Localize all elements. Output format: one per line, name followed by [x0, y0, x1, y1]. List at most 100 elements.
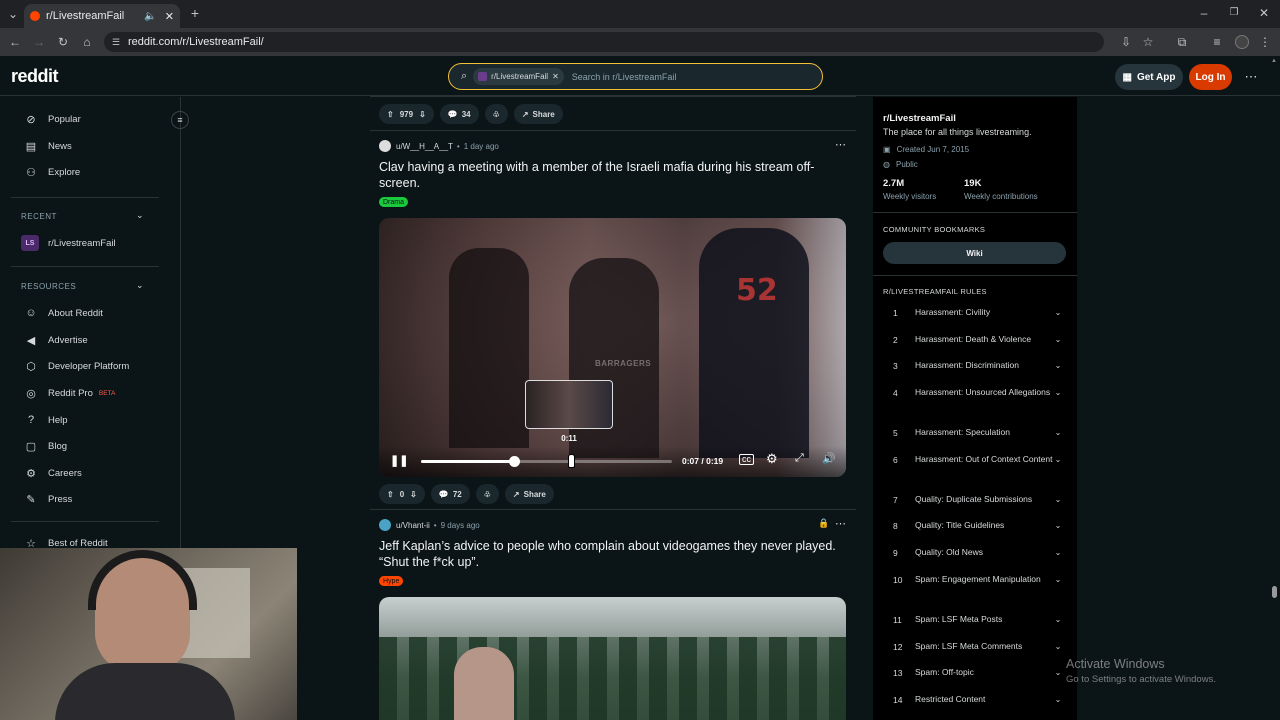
page-scrollbar[interactable]: ▲: [1271, 58, 1277, 718]
upvote-icon[interactable]: ⇧: [387, 110, 394, 119]
nav-advertise[interactable]: ◀ Advertise: [24, 333, 88, 347]
more-options-icon[interactable]: ⋯: [1243, 70, 1259, 84]
nav-popular[interactable]: ⊘ Popular: [24, 112, 80, 126]
rule-item[interactable]: 7 Quality: Duplicate Submissions ⌄: [893, 493, 1063, 506]
community-name[interactable]: r/LivestreamFail: [883, 113, 956, 124]
profile-avatar[interactable]: [1235, 35, 1249, 49]
nav-developer-platform[interactable]: ⬡ Developer Platform: [24, 359, 129, 373]
reload-icon[interactable]: ↻: [55, 35, 71, 49]
chevron-down-icon[interactable]: ⌄: [1053, 335, 1063, 344]
nav-reddit-pro[interactable]: ◎ Reddit Pro BETA: [24, 386, 115, 400]
install-app-icon[interactable]: ⇩: [1118, 35, 1134, 49]
award-button[interactable]: ♧: [484, 104, 508, 124]
address-bar[interactable]: ☰ reddit.com/r/LivestreamFail/: [104, 32, 1104, 52]
nav-blog[interactable]: ▢ Blog: [24, 439, 67, 453]
rule-item[interactable]: 10 Spam: Engagement Manipulation ⌄: [893, 573, 1063, 586]
post-options-icon[interactable]: ⋯: [835, 517, 846, 530]
browser-tab[interactable]: r/LivestreamFail 🔈 ✕: [24, 4, 180, 28]
chevron-down-icon[interactable]: ⌄: [1053, 668, 1063, 677]
home-icon[interactable]: ⌂: [79, 35, 95, 49]
rule-item[interactable]: 14 Restricted Content ⌄: [893, 693, 1063, 706]
chevron-down-icon[interactable]: ⌄: [1053, 388, 1063, 397]
scrollbar-thumb[interactable]: [1272, 586, 1277, 598]
browser-menu-icon[interactable]: ⋮: [1257, 35, 1273, 49]
search-bar[interactable]: ⌕ r/LivestreamFail ✕ Search in r/Livestr…: [448, 63, 823, 90]
wiki-button[interactable]: Wiki: [883, 242, 1066, 264]
chevron-down-icon[interactable]: ⌄: [1053, 642, 1063, 651]
post-author[interactable]: u/Vhant-ii: [396, 521, 430, 530]
back-icon[interactable]: ←: [7, 35, 23, 49]
media-controls-icon[interactable]: ≡: [1209, 35, 1225, 49]
user-avatar[interactable]: [379, 519, 391, 531]
settings-gear-icon[interactable]: ⚙: [766, 451, 778, 467]
upvote-icon[interactable]: ⇧: [387, 490, 394, 499]
login-button[interactable]: Log In: [1189, 64, 1232, 90]
resources-chevron-icon[interactable]: ⌄: [136, 280, 144, 291]
minimize-icon[interactable]: –: [1196, 6, 1212, 20]
restore-icon[interactable]: ❐: [1226, 6, 1242, 20]
recent-chevron-icon[interactable]: ⌄: [136, 210, 144, 221]
rule-item[interactable]: 3 Harassment: Discrimination ⌄: [893, 359, 1063, 372]
chevron-down-icon[interactable]: ⌄: [1053, 428, 1063, 437]
site-info-icon[interactable]: ☰: [112, 37, 120, 48]
rule-item[interactable]: 6 Harassment: Out of Context Content ⌄: [893, 453, 1063, 466]
recent-item-livestreamfail[interactable]: LS r/LivestreamFail: [21, 235, 116, 251]
downvote-icon[interactable]: ⇩: [410, 490, 417, 499]
pause-icon[interactable]: ❚❚: [390, 454, 408, 467]
comments-button[interactable]: 💬 34: [439, 104, 479, 124]
post2-video-thumbnail[interactable]: [379, 597, 846, 720]
nav-press[interactable]: ✎ Press: [24, 492, 72, 506]
post2-title[interactable]: Jeff Kaplan’s advice to people who compl…: [379, 538, 839, 570]
rule-item[interactable]: 13 Spam: Off-topic ⌄: [893, 666, 1063, 679]
video-player[interactable]: 52 BARRAGERS 0:11 ❚❚ 0:07 / 0:19 cc ⚙ ⤢ …: [379, 218, 846, 477]
seek-bar[interactable]: [421, 456, 672, 467]
search-community-chip[interactable]: r/LivestreamFail ✕: [473, 68, 564, 85]
rule-item[interactable]: 4 Harassment: Unsourced Allegations ⌄: [893, 386, 1063, 399]
volume-icon[interactable]: 🔊: [822, 452, 836, 465]
seek-bar-thumb[interactable]: [508, 456, 520, 467]
tab-search-icon[interactable]: ⌄: [5, 7, 21, 21]
rule-item[interactable]: 2 Harassment: Death & Violence ⌄: [893, 333, 1063, 346]
post-options-icon[interactable]: ⋯: [835, 138, 846, 151]
nav-careers[interactable]: ⚙ Careers: [24, 466, 82, 480]
rule-item[interactable]: 9 Quality: Old News ⌄: [893, 546, 1063, 559]
share-button[interactable]: ↗ Share: [504, 484, 554, 504]
extensions-icon[interactable]: ⧉: [1174, 35, 1190, 49]
post1-title[interactable]: Clav having a meeting with a member of t…: [379, 159, 819, 191]
nav-explore[interactable]: ⚇ Explore: [24, 165, 80, 179]
bookmark-star-icon[interactable]: ☆: [1140, 35, 1156, 49]
rule-item[interactable]: 1 Harassment: Civility ⌄: [893, 306, 1063, 319]
chevron-down-icon[interactable]: ⌄: [1053, 521, 1063, 530]
window-close-icon[interactable]: ✕: [1256, 6, 1272, 20]
user-avatar[interactable]: [379, 140, 391, 152]
chevron-down-icon[interactable]: ⌄: [1053, 455, 1063, 464]
rule-item[interactable]: 11 Spam: LSF Meta Posts ⌄: [893, 613, 1063, 626]
tab-audio-icon[interactable]: 🔈: [144, 11, 156, 22]
chip-close-icon[interactable]: ✕: [552, 72, 559, 81]
comments-button[interactable]: 💬 72: [430, 484, 470, 504]
post2-flair[interactable]: Hype: [379, 576, 404, 586]
rule-item[interactable]: 12 Spam: LSF Meta Comments ⌄: [893, 640, 1063, 653]
collapse-nav-icon[interactable]: ≡: [171, 111, 189, 129]
nav-help[interactable]: ? Help: [24, 413, 68, 427]
new-tab-icon[interactable]: +: [187, 6, 203, 20]
chevron-down-icon[interactable]: ⌄: [1053, 361, 1063, 370]
chevron-down-icon[interactable]: ⌄: [1053, 495, 1063, 504]
get-app-button[interactable]: ▦ Get App: [1115, 64, 1183, 90]
chevron-down-icon[interactable]: ⌄: [1053, 695, 1063, 704]
rule-item[interactable]: 8 Quality: Title Guidelines ⌄: [893, 519, 1063, 532]
post1-flair[interactable]: Drama: [379, 197, 409, 207]
share-button[interactable]: ↗ Share: [513, 104, 563, 124]
reddit-logo[interactable]: reddit: [11, 66, 59, 87]
nav-news[interactable]: ▤ News: [24, 139, 72, 153]
tab-close-icon[interactable]: ✕: [165, 10, 174, 23]
downvote-icon[interactable]: ⇩: [419, 110, 426, 119]
captions-icon[interactable]: cc: [739, 454, 754, 465]
rule-item[interactable]: 5 Harassment: Speculation ⌄: [893, 426, 1063, 439]
nav-about-reddit[interactable]: ☺ About Reddit: [24, 306, 103, 320]
chevron-down-icon[interactable]: ⌄: [1053, 548, 1063, 557]
scroll-up-icon[interactable]: ▲: [1271, 58, 1277, 64]
chevron-down-icon[interactable]: ⌄: [1053, 575, 1063, 584]
fullscreen-icon[interactable]: ⤢: [795, 452, 804, 465]
forward-icon[interactable]: →: [31, 35, 47, 49]
